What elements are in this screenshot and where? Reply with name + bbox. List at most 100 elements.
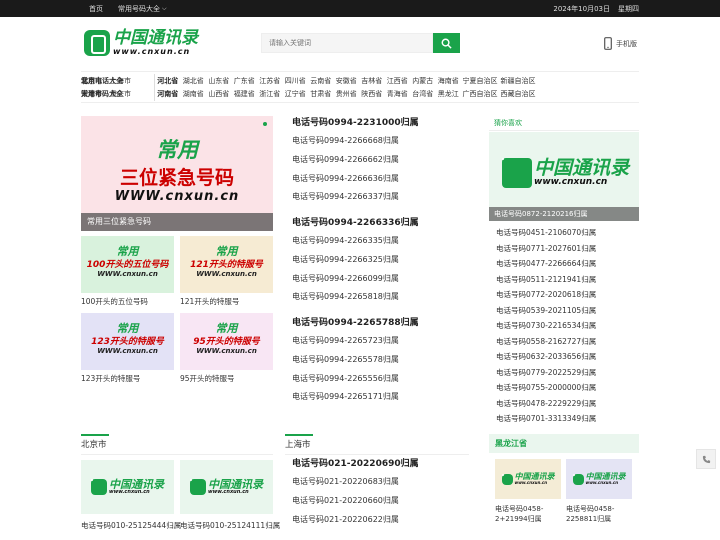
banner-line-2: 三位紧急号码 bbox=[119, 167, 234, 189]
logo-cn: 中国通讯录 bbox=[113, 28, 198, 48]
thumb-url: WWW.cnxun.cn bbox=[196, 347, 257, 355]
beijing-card-caption[interactable]: 电话号码010-25125444归属 bbox=[81, 520, 181, 531]
list-item[interactable]: 电话号码0994-2265818归属 bbox=[292, 288, 419, 307]
list-item[interactable]: 电话号码021-20220622归属 bbox=[292, 511, 419, 530]
list-item[interactable]: 电话号码0477-2266664归属 bbox=[496, 256, 596, 272]
thumb-card[interactable]: 常用 95开头的特服号 WWW.cnxun.cn bbox=[180, 313, 273, 370]
number-list-group: 电话号码0994-2265788归属 电话号码0994-2265723归属 电话… bbox=[292, 314, 419, 407]
heilongjiang-card-caption[interactable]: 电话号码0458-2+21994归属 bbox=[495, 504, 561, 524]
phonebook-icon bbox=[501, 473, 513, 485]
thumb-url: WWW.cnxun.cn bbox=[97, 270, 158, 278]
search-input[interactable] bbox=[262, 34, 432, 52]
list-item[interactable]: 电话号码021-20220683归属 bbox=[292, 473, 419, 492]
thumb-mid: 100开头的五位号码 bbox=[86, 260, 169, 270]
list-item[interactable]: 电话号码0994-2266335归属 bbox=[292, 232, 419, 251]
section-beijing-title[interactable]: 北京市 bbox=[81, 434, 273, 455]
slider-indicator[interactable] bbox=[263, 122, 267, 126]
mobile-phone-icon bbox=[604, 37, 612, 50]
beijing-card-image[interactable]: 中国通讯录 www.cnxun.cn bbox=[180, 460, 273, 514]
list-item[interactable]: 电话号码0772-2020618归属 bbox=[496, 287, 596, 303]
float-phone-button[interactable] bbox=[696, 449, 716, 469]
list-item[interactable]: 电话号码0632-2033656归属 bbox=[496, 349, 596, 365]
logo-en: www.cnxun.cn bbox=[113, 47, 191, 56]
beijing-card-image[interactable]: 中国通讯录 www.cnxun.cn bbox=[81, 460, 174, 514]
list-item[interactable]: 电话号码0994-2266636归属 bbox=[292, 170, 419, 189]
featured-banner[interactable]: 常用 三位紧急号码 WWW.cnxun.cn 常用三位紧急号码 bbox=[81, 116, 273, 231]
nav-common-numbers[interactable]: 常用号码大全 ⌵ bbox=[118, 4, 167, 14]
list-item[interactable]: 电话号码0451-2106070归属 bbox=[496, 225, 596, 241]
site-logo[interactable]: 中国通讯录 www.cnxun.cn bbox=[84, 28, 198, 58]
list-item[interactable]: 电话号码0994-2266337归属 bbox=[292, 188, 419, 207]
list-item[interactable]: 电话号码0701-3313349归属 bbox=[496, 411, 596, 427]
heilongjiang-card-image[interactable]: 中国通讯录 www.cnxun.cn bbox=[495, 459, 561, 499]
section-heilongjiang-title[interactable]: 黑龙江省 bbox=[489, 434, 639, 453]
thumb-caption[interactable]: 100开头的五位号码 bbox=[81, 296, 148, 307]
logo-en: www.cnxun.cn bbox=[109, 489, 150, 495]
thumb-card[interactable]: 常用 100开头的五位号码 WWW.cnxun.cn bbox=[81, 236, 174, 293]
list-heading[interactable]: 电话号码021-20220690归属 bbox=[292, 455, 419, 473]
phonebook-icon bbox=[84, 30, 110, 56]
thumb-card[interactable]: 常用 121开头的特服号 WWW.cnxun.cn bbox=[180, 236, 273, 293]
list-item[interactable]: 电话号码0994-2265578归属 bbox=[292, 351, 419, 370]
list-item[interactable]: 电话号码0994-2266325归属 bbox=[292, 251, 419, 270]
logo-cn: 中国通讯录 bbox=[534, 157, 630, 179]
list-heading[interactable]: 电话号码0994-2265788归属 bbox=[292, 314, 419, 332]
top-nav: 首页 常用号码大全 ⌵ bbox=[89, 0, 167, 17]
heilongjiang-card-image[interactable]: 中国通讯录 www.cnxun.cn bbox=[566, 459, 632, 499]
list-item[interactable]: 电话号码0771-2027601归属 bbox=[496, 241, 596, 257]
phonebook-icon bbox=[91, 479, 107, 495]
beijing-card-caption[interactable]: 电话号码010-25124111归属 bbox=[180, 520, 280, 531]
phone-icon bbox=[702, 455, 710, 463]
thumb-url: WWW.cnxun.cn bbox=[97, 347, 158, 355]
thumb-mid: 123开头的特服号 bbox=[91, 337, 164, 347]
thumb-card[interactable]: 常用 123开头的特服号 WWW.cnxun.cn bbox=[81, 313, 174, 370]
phonebook-icon bbox=[190, 479, 206, 495]
guess-feature-caption: 电话号码0872-2120216归属 bbox=[489, 207, 639, 221]
heilongjiang-card-caption[interactable]: 电话号码0458-2258811归属 bbox=[566, 504, 632, 524]
list-item[interactable]: 电话号码0478-2229229归属 bbox=[496, 396, 596, 412]
list-item[interactable]: 电话号码021-20220660归属 bbox=[292, 492, 419, 511]
common-number-link[interactable]: 常用号码大全 bbox=[81, 87, 634, 101]
nav-common-numbers-label: 常用号码大全 bbox=[118, 4, 160, 13]
logo-en: www.cnxun.cn bbox=[208, 489, 249, 495]
section-shanghai-title[interactable]: 上海市 bbox=[285, 434, 469, 455]
list-item[interactable]: 电话号码0994-2265723归属 bbox=[292, 332, 419, 351]
list-heading[interactable]: 电话号码0994-2266336归属 bbox=[292, 214, 419, 232]
chevron-down-icon: ⌵ bbox=[162, 4, 167, 12]
banner-caption: 常用三位紧急号码 bbox=[81, 213, 273, 231]
list-item[interactable]: 电话号码0730-2216534归属 bbox=[496, 318, 596, 334]
logo-en: www.cnxun.cn bbox=[534, 177, 608, 187]
guess-feature-card[interactable]: 中国通讯录 www.cnxun.cn 电话号码0872-2120216归属 bbox=[489, 132, 639, 221]
search-button[interactable] bbox=[433, 33, 460, 53]
region-nav: 北京市 上海市 天津市 重庆市 河北省 湖北省 山东省 广东省 江苏省 四川省 … bbox=[81, 71, 639, 103]
site-logo-image: 中国通讯录 www.cnxun.cn bbox=[502, 158, 629, 188]
thumb-caption[interactable]: 123开头的特服号 bbox=[81, 373, 140, 384]
list-item[interactable]: 电话号码0755-2000000归属 bbox=[496, 380, 596, 396]
list-heading[interactable]: 电话号码0994-2231000归属 bbox=[292, 114, 419, 132]
top-date: 2024年10月03日 星期四 bbox=[553, 0, 639, 17]
thumb-mid: 121开头的特服号 bbox=[190, 260, 263, 270]
mobile-version-label: 手机版 bbox=[616, 39, 637, 48]
banner-line-1: 常用 bbox=[156, 138, 198, 162]
list-item[interactable]: 电话号码0539-2021105归属 bbox=[496, 303, 596, 319]
list-item[interactable]: 电话号码0994-2266099归属 bbox=[292, 270, 419, 289]
thumb-caption[interactable]: 95开头的特服号 bbox=[180, 373, 235, 384]
number-list-group: 电话号码0994-2266336归属 电话号码0994-2266335归属 电话… bbox=[292, 214, 419, 307]
list-item[interactable]: 电话号码0994-2265556归属 bbox=[292, 370, 419, 389]
logo-text: 中国通讯录 www.cnxun.cn bbox=[113, 30, 198, 56]
top-bar: 首页 常用号码大全 ⌵ 2024年10月03日 星期四 bbox=[0, 0, 720, 17]
thumb-url: WWW.cnxun.cn bbox=[196, 270, 257, 278]
guess-list: 电话号码0451-2106070归属 电话号码0771-2027601归属 电话… bbox=[496, 225, 596, 427]
phonebook-icon bbox=[502, 158, 532, 188]
list-item[interactable]: 电话号码0779-2022529归属 bbox=[496, 365, 596, 381]
mobile-version-link[interactable]: 手机版 bbox=[604, 37, 637, 50]
list-item[interactable]: 电话号码0558-2162727归属 bbox=[496, 334, 596, 350]
list-item[interactable]: 电话号码0994-2265171归属 bbox=[292, 388, 419, 407]
logo-en: www.cnxun.cn bbox=[585, 480, 619, 485]
list-item[interactable]: 电话号码0511-2121941归属 bbox=[496, 272, 596, 288]
common-phone-link[interactable]: 常用电话大全 bbox=[81, 74, 634, 88]
nav-home-link[interactable]: 首页 bbox=[89, 4, 103, 14]
list-item[interactable]: 电话号码0994-2266668归属 bbox=[292, 132, 419, 151]
thumb-caption[interactable]: 121开头的特服号 bbox=[180, 296, 239, 307]
list-item[interactable]: 电话号码0994-2266662归属 bbox=[292, 151, 419, 170]
